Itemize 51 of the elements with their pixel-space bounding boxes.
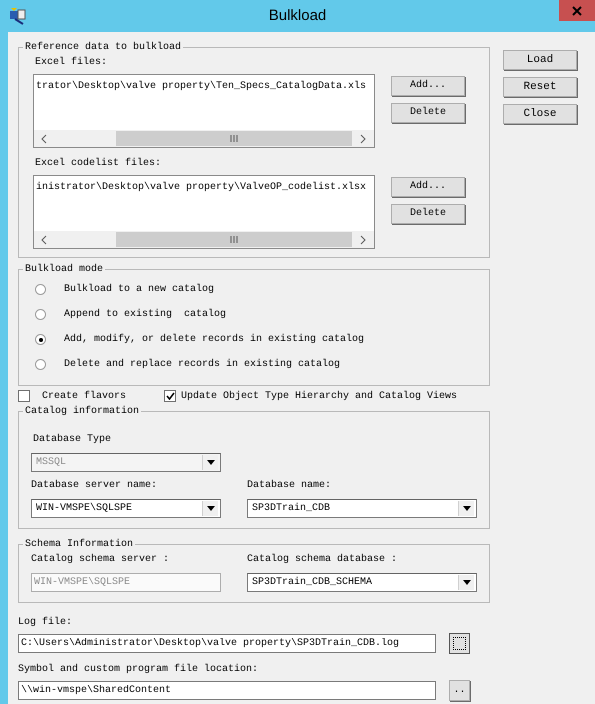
radio-button[interactable] bbox=[35, 284, 46, 295]
checkbox-label: Create flavors bbox=[42, 390, 126, 404]
radio-button[interactable] bbox=[35, 334, 46, 345]
field-label: Database Type bbox=[33, 434, 112, 445]
radio-button[interactable] bbox=[35, 309, 46, 320]
checkbox[interactable] bbox=[164, 390, 176, 402]
close-icon bbox=[572, 6, 582, 16]
file-path: inistrator\Desktop\valve property\ValveOP_codelist.xlsx bbox=[35, 180, 368, 195]
group-title: Catalog information bbox=[24, 404, 140, 419]
field-label: Database server name: bbox=[31, 478, 158, 493]
push-button[interactable]: Delete bbox=[391, 103, 465, 123]
push-button[interactable]: Delete bbox=[391, 204, 465, 224]
file-path: trator\Desktop\valve property\Ten_Specs_CatalogData.xls bbox=[35, 80, 368, 94]
group-title: Reference data to bulkload bbox=[24, 40, 182, 55]
radio-button[interactable] bbox=[35, 359, 46, 370]
radio-label: Delete and replace records in existing catalog bbox=[64, 358, 340, 372]
push-button[interactable]: .. bbox=[449, 680, 470, 701]
dropdown[interactable]: WIN-VMSPE\SQLSPE bbox=[31, 499, 221, 518]
push-button[interactable]: Reset bbox=[503, 77, 577, 97]
radio-label: Append to existing catalog bbox=[64, 308, 226, 322]
input-field[interactable]: C:\Users\Administrator\Desktop\valve property\SP3DTrain_CDB.log bbox=[18, 634, 436, 653]
browse-button[interactable] bbox=[449, 633, 470, 654]
file-list[interactable]: inistrator\Desktop\valve property\ValveOP_codelist.xlsx bbox=[33, 175, 375, 249]
file-list[interactable]: trator\Desktop\valve property\Ten_Specs_CatalogData.xls bbox=[33, 74, 375, 148]
field-label: Excel codelist files: bbox=[35, 156, 162, 171]
dropdown[interactable]: SP3DTrain_CDB bbox=[247, 499, 477, 518]
field-label: Catalog schema database : bbox=[247, 552, 398, 567]
input-field[interactable]: \\win-vmspe\SharedContent bbox=[18, 681, 436, 700]
scroll-grip-icon[interactable] bbox=[230, 236, 238, 243]
close-button[interactable] bbox=[559, 0, 595, 21]
scroll-grip-icon[interactable] bbox=[230, 135, 238, 142]
horizontal-scrollbar[interactable] bbox=[34, 231, 374, 248]
group-title: Schema Information bbox=[24, 538, 134, 552]
push-button[interactable]: Add... bbox=[391, 177, 465, 197]
push-button[interactable]: Close bbox=[503, 104, 577, 124]
checkbox[interactable] bbox=[18, 390, 30, 402]
radio-label: Add, modify, or delete records in existing catalog bbox=[64, 332, 364, 347]
app-icon bbox=[9, 7, 27, 25]
push-button[interactable]: Add... bbox=[391, 76, 465, 96]
field-label: Catalog schema server : bbox=[31, 552, 170, 567]
field-label: Symbol and custom program file location: bbox=[18, 662, 260, 677]
field-label: Log file: bbox=[18, 616, 74, 630]
group-title: Bulkload mode bbox=[24, 262, 104, 277]
checkbox-label: Update Object Type Hierarchy and Catalog Views bbox=[181, 390, 458, 404]
push-button[interactable]: Load bbox=[503, 50, 577, 70]
window-title: Bulkload bbox=[268, 6, 326, 26]
radio-label: Bulkload to a new catalog bbox=[64, 282, 214, 297]
field-label: Excel files: bbox=[35, 56, 108, 70]
field-label: Database name: bbox=[247, 478, 332, 493]
horizontal-scrollbar[interactable] bbox=[34, 130, 374, 147]
dropdown[interactable]: SP3DTrain_CDB_SCHEMA bbox=[247, 573, 477, 592]
